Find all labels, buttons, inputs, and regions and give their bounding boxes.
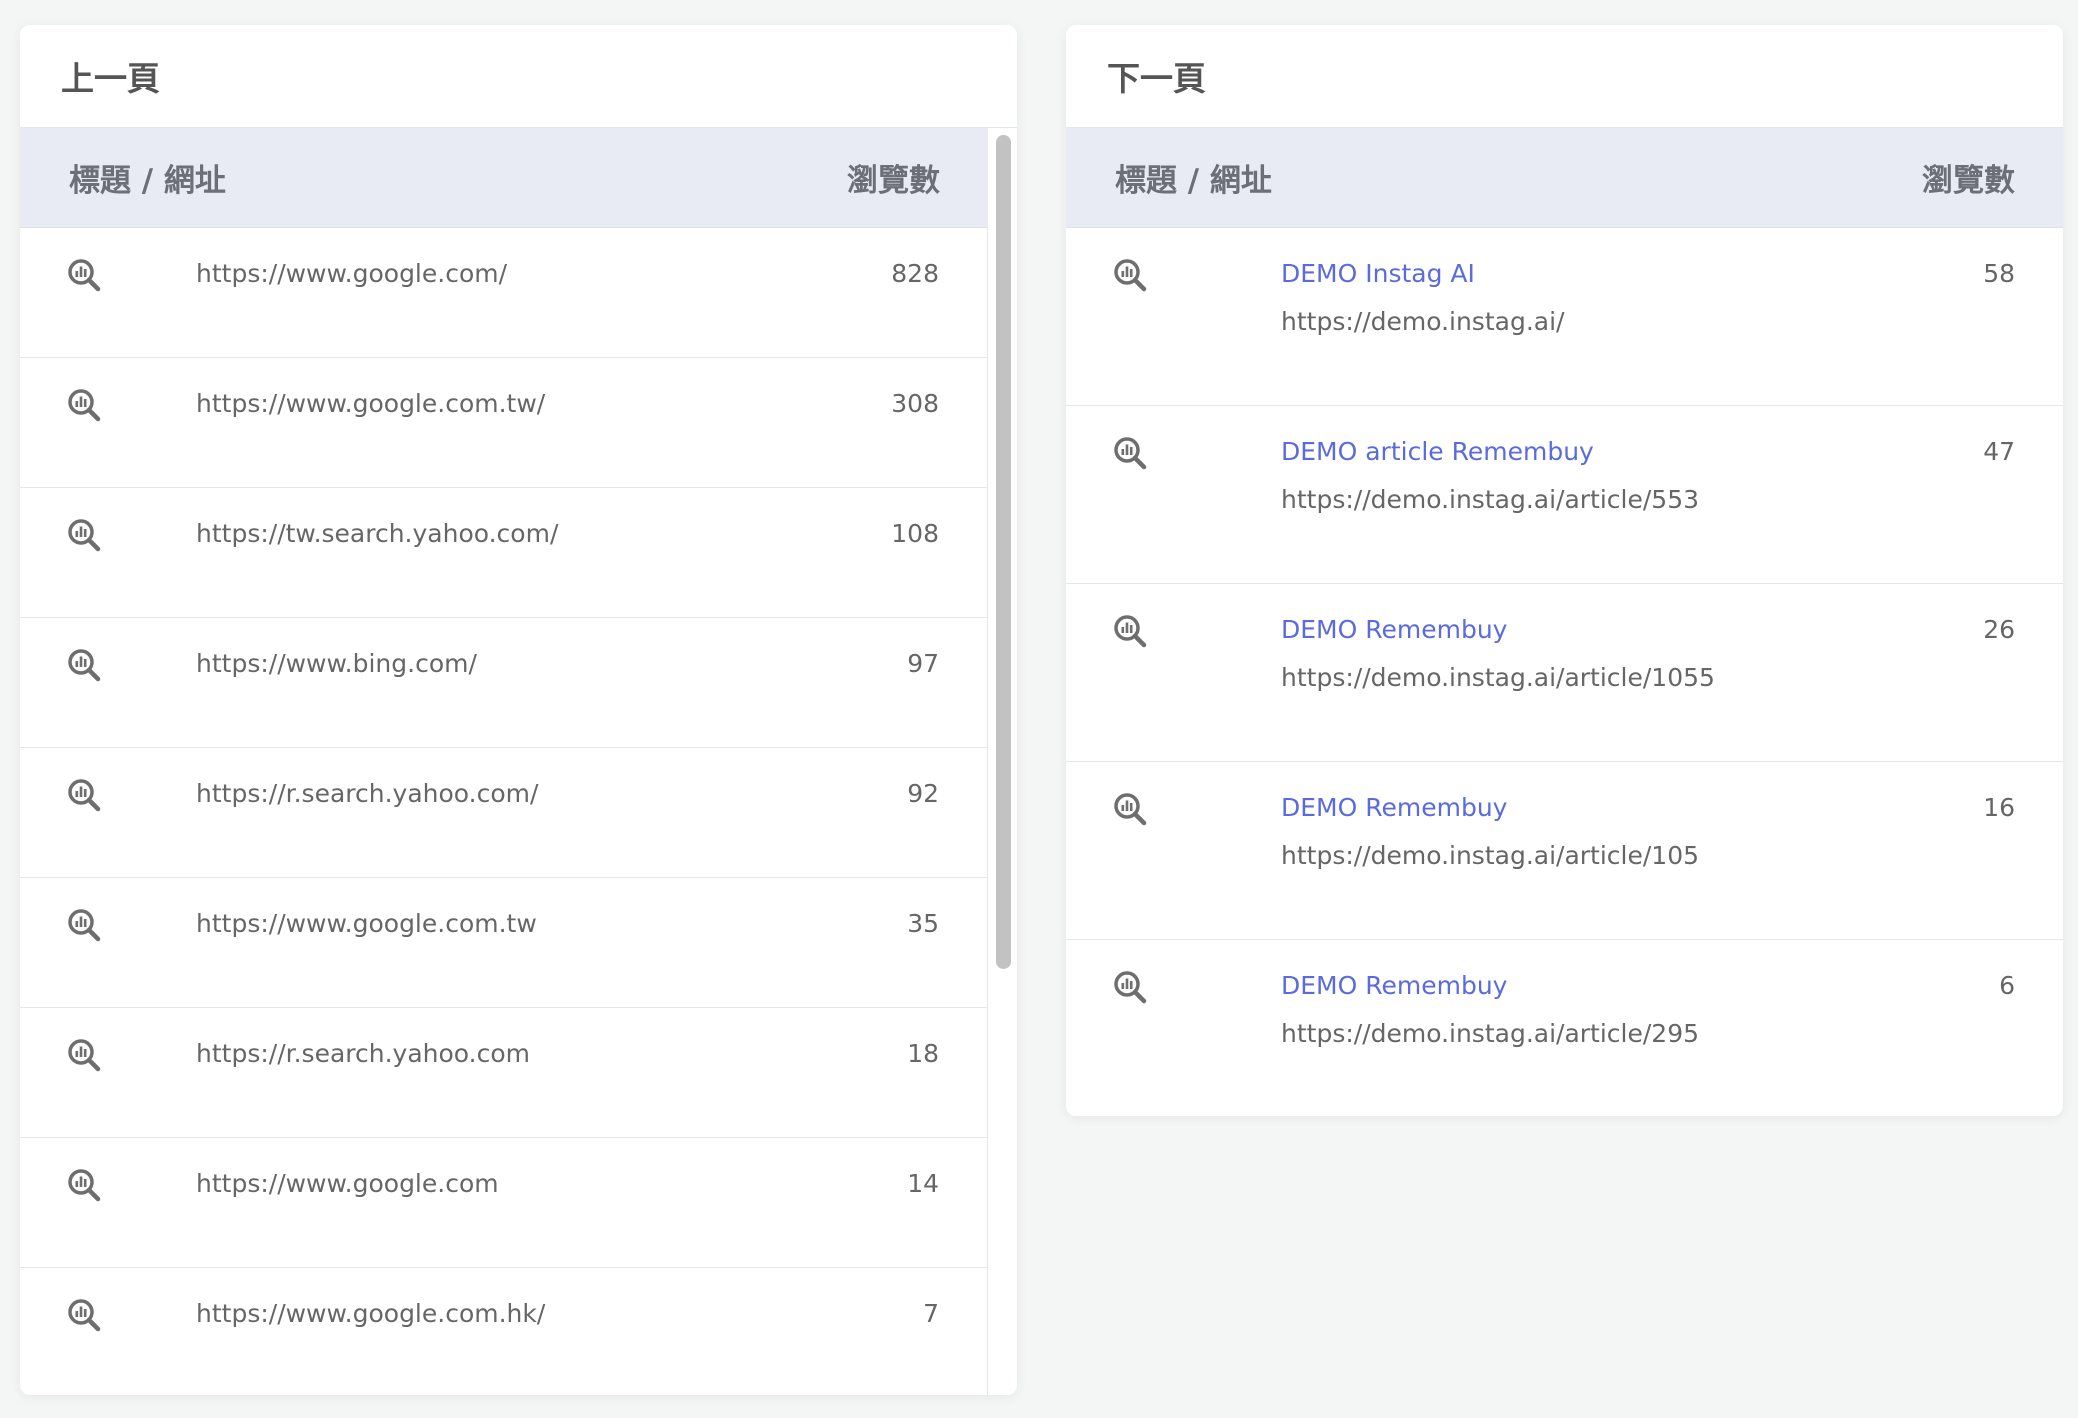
row-views: 18 — [907, 1039, 939, 1068]
next-page-card: 下一頁 標題 / 網址 瀏覽數 DEMO Instag AI https://de… — [1066, 25, 2063, 1116]
row-url: https://r.search.yahoo.com/ — [196, 779, 539, 808]
row-url: https://r.search.yahoo.com — [196, 1039, 530, 1068]
row-views: 108 — [891, 519, 939, 548]
row-views: 35 — [907, 909, 939, 938]
row-views: 308 — [891, 389, 939, 418]
row-url: https://www.google.com/ — [196, 259, 508, 288]
row-url: https://demo.instag.ai/article/105 — [1281, 841, 1700, 870]
row-title-link[interactable]: DEMO Remembuy — [1281, 793, 1507, 822]
column-header-title-url: 標題 / 網址 — [1115, 163, 1272, 199]
row-url: https://www.google.com.tw/ — [196, 389, 546, 418]
prev-table-body: https://www.google.com/828 https://www.go… — [20, 228, 988, 1395]
search-analytics-icon[interactable] — [1113, 258, 1147, 292]
row-url: https://www.google.com — [196, 1169, 499, 1198]
row-title-link[interactable]: DEMO article Remembuy — [1281, 437, 1594, 466]
row-title-link[interactable]: DEMO Instag AI — [1281, 259, 1475, 288]
row-views: 7 — [923, 1299, 939, 1328]
table-row: https://www.google.com.hk/7 — [20, 1268, 987, 1395]
row-url: https://www.google.com.tw — [196, 909, 537, 938]
table-row: DEMO article Remembuy https://demo.instag… — [1066, 406, 2063, 584]
table-row: https://www.google.com.tw/308 — [20, 358, 987, 488]
table-row: https://www.google.com.tw 35 — [20, 878, 987, 1008]
row-views: 16 — [1983, 793, 2015, 822]
search-analytics-icon[interactable] — [1113, 614, 1147, 648]
table-row: https://r.search.yahoo.com 18 — [20, 1008, 987, 1138]
page: 上一頁 標題 / 網址 瀏覽數 https://www.google.com/8… — [0, 0, 2078, 1418]
table-row: DEMO Remembuy https://demo.instag.ai/arti… — [1066, 762, 2063, 940]
row-title-link[interactable]: DEMO Remembuy — [1281, 971, 1507, 1000]
row-title-link[interactable]: DEMO Remembuy — [1281, 615, 1507, 644]
search-analytics-icon[interactable] — [67, 648, 101, 682]
search-analytics-icon[interactable] — [67, 778, 101, 812]
search-analytics-icon[interactable] — [67, 1298, 101, 1332]
row-url: https://tw.search.yahoo.com/ — [196, 519, 559, 548]
table-row: DEMO Instag AI https://demo.instag.ai/58 — [1066, 228, 2063, 406]
prev-page-card: 上一頁 標題 / 網址 瀏覽數 https://www.google.com/8… — [20, 25, 1017, 1395]
row-url: https://demo.instag.ai/ — [1281, 307, 1565, 336]
table-row: DEMO Remembuy https://demo.instag.ai/arti… — [1066, 584, 2063, 762]
search-analytics-icon[interactable] — [67, 258, 101, 292]
search-analytics-icon[interactable] — [67, 518, 101, 552]
next-table-body: DEMO Instag AI https://demo.instag.ai/58 D… — [1066, 228, 2063, 1116]
row-views: 58 — [1983, 259, 2015, 288]
row-url: https://www.bing.com/ — [196, 649, 477, 678]
search-analytics-icon[interactable] — [67, 388, 101, 422]
row-views: 47 — [1983, 437, 2015, 466]
next-table-header: 標題 / 網址 瀏覽數 — [1066, 128, 2063, 228]
row-views: 97 — [907, 649, 939, 678]
next-page-title: 下一頁 — [1066, 25, 2063, 128]
column-header-views: 瀏覽數 — [1922, 163, 2015, 199]
column-header-views: 瀏覽數 — [847, 163, 940, 199]
table-row: https://r.search.yahoo.com/92 — [20, 748, 987, 878]
row-views: 6 — [1999, 971, 2015, 1000]
row-views: 828 — [891, 259, 939, 288]
table-row: https://www.google.com/828 — [20, 228, 987, 358]
search-analytics-icon[interactable] — [67, 1038, 101, 1072]
table-row: https://www.bing.com/97 — [20, 618, 987, 748]
search-analytics-icon[interactable] — [67, 1168, 101, 1202]
table-row: https://tw.search.yahoo.com/108 — [20, 488, 987, 618]
prev-page-title: 上一頁 — [20, 25, 1017, 128]
table-row: DEMO Remembuy https://demo.instag.ai/arti… — [1066, 940, 2063, 1116]
row-views: 26 — [1983, 615, 2015, 644]
row-views: 14 — [907, 1169, 939, 1198]
prev-table-header: 標題 / 網址 瀏覽數 — [20, 128, 988, 228]
row-url: https://demo.instag.ai/article/553 — [1281, 485, 1700, 514]
column-header-title-url: 標題 / 網址 — [69, 163, 226, 199]
table-row: https://www.google.com 14 — [20, 1138, 987, 1268]
row-url: https://demo.instag.ai/article/295 — [1281, 1019, 1700, 1048]
search-analytics-icon[interactable] — [1113, 436, 1147, 470]
search-analytics-icon[interactable] — [67, 908, 101, 942]
scrollbar-thumb[interactable] — [996, 135, 1011, 969]
search-analytics-icon[interactable] — [1113, 792, 1147, 826]
search-analytics-icon[interactable] — [1113, 970, 1147, 1004]
row-url: https://www.google.com.hk/ — [196, 1299, 546, 1328]
row-url: https://demo.instag.ai/article/1055 — [1281, 663, 1715, 692]
row-views: 92 — [907, 779, 939, 808]
